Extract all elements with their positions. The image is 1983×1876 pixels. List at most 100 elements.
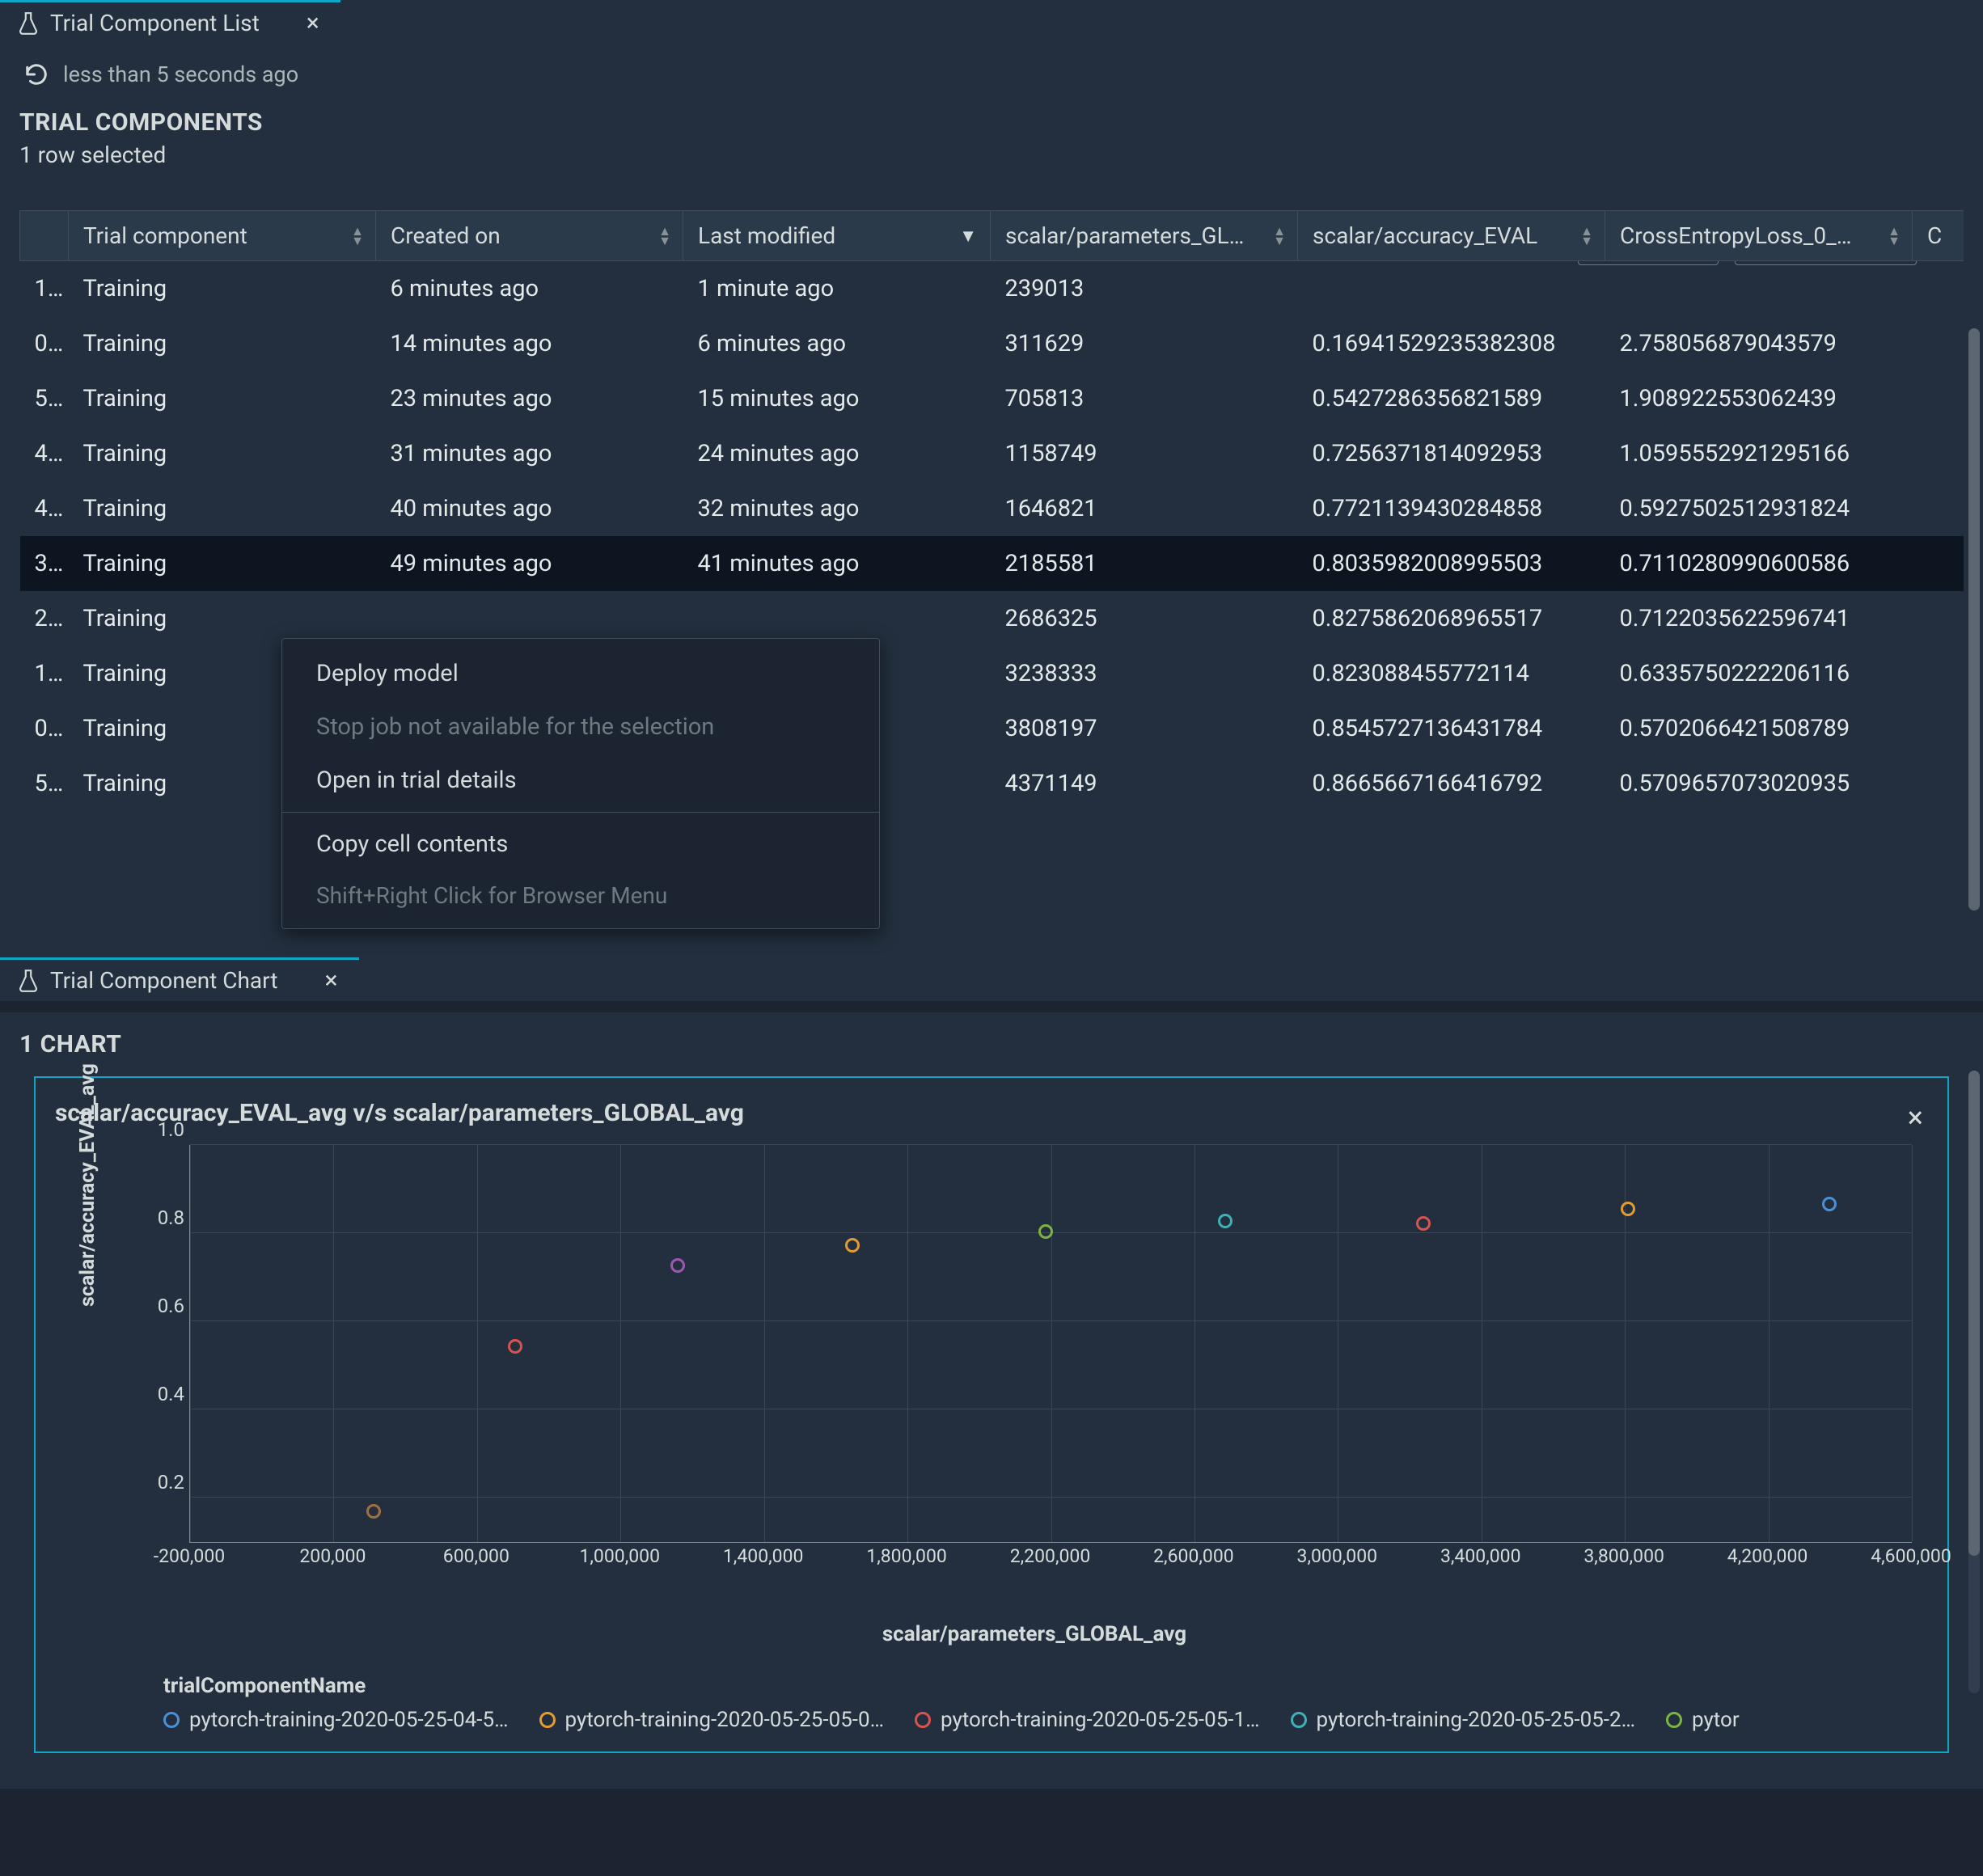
cell-modified: 1 minute ago [683,261,991,316]
col-scalar-accuracy[interactable]: scalar/accuracy_EVAL▲▼ [1298,211,1605,261]
col-trial-component[interactable]: Trial component▲▼ [69,211,376,261]
chart-point[interactable] [1621,1202,1635,1216]
cell-params: 2185581 [991,536,1298,591]
cell-params: 1646821 [991,481,1298,536]
sort-icon: ▲▼ [351,227,364,245]
chart-title: scalar/accuracy_EVAL_avg v/s scalar/para… [55,1099,1928,1127]
gridline-vertical [333,1145,334,1542]
chart-plot[interactable]: scalar/accuracy_EVAL_avg 0.20.40.60.81.0… [141,1145,1912,1582]
cell-created: 40 minutes ago [376,481,683,536]
col-idx[interactable] [20,211,69,261]
cell-tc: Training [69,536,376,591]
legend-swatch [1666,1712,1682,1728]
close-icon[interactable]: × [303,11,323,36]
x-tick-label: 200,000 [299,1545,366,1567]
cell-idx: 1… [20,646,69,701]
x-tick-label: 3,400,000 [1440,1545,1521,1567]
legend-item[interactable]: pytorch-training-2020-05-25-05-0… [539,1708,885,1732]
y-tick-label: 0.6 [147,1295,184,1317]
menu-divider [282,812,879,813]
close-icon[interactable]: × [322,969,341,993]
col-created-on[interactable]: Created on▲▼ [376,211,683,261]
cell-acc: 0.8035982008995503 [1298,536,1605,591]
gridline-vertical [620,1145,621,1542]
table-row[interactable]: 5…Training23 minutes ago15 minutes ago70… [20,371,1964,426]
cell-created: 6 minutes ago [376,261,683,316]
col-more[interactable]: C [1913,211,1964,261]
refresh-status: less than 5 seconds ago [63,61,298,87]
tab-trial-component-list[interactable]: Trial Component List × [0,0,340,44]
y-tick-label: 0.8 [147,1206,184,1229]
cell-loss: 0.7110280990600586 [1605,536,1913,591]
x-tick-label: 600,000 [443,1545,509,1567]
cell-loss: 2.758056879043579 [1605,316,1913,371]
sort-icon: ▲▼ [1888,227,1901,245]
menu-copy-cell-contents[interactable]: Copy cell contents [282,818,879,871]
chart-legend: pytorch-training-2020-05-25-04-5… pytorch… [163,1708,1928,1732]
table-row[interactable]: 4…Training31 minutes ago24 minutes ago11… [20,426,1964,481]
cell-params: 311629 [991,316,1298,371]
legend-item[interactable]: pytorch-training-2020-05-25-04-5… [163,1708,509,1732]
chart-point[interactable] [1218,1214,1233,1228]
col-last-modified[interactable]: Last modified▼ [683,211,991,261]
legend-item[interactable]: pytorch-training-2020-05-25-05-2… [1291,1708,1636,1732]
table-row[interactable]: 3…Training49 minutes ago41 minutes ago21… [20,536,1964,591]
chart-point[interactable] [845,1238,860,1253]
gridline-vertical [477,1145,478,1542]
chart-point[interactable] [508,1339,522,1354]
col-cross-entropy[interactable]: CrossEntropyLoss_0_…▲▼ [1605,211,1913,261]
gridline-vertical [907,1145,908,1542]
x-tick-label: 2,200,000 [1010,1545,1091,1567]
cell-created: 31 minutes ago [376,426,683,481]
legend-title: trialComponentName [163,1674,1928,1698]
legend-item[interactable]: pytorch-training-2020-05-25-05-1… [915,1708,1260,1732]
legend-swatch [163,1712,180,1728]
sort-icon: ▲▼ [658,227,671,245]
refresh-row: less than 5 seconds ago [24,61,1964,87]
cell-acc: 0.16941529235382308 [1298,316,1605,371]
legend-swatch [539,1712,556,1728]
cell-loss: 1.0595552921295166 [1605,426,1913,481]
legend-label: pytorch-training-2020-05-25-05-1… [941,1708,1260,1732]
refresh-icon[interactable] [24,62,49,87]
chart-card: × scalar/accuracy_EVAL_avg v/s scalar/pa… [34,1076,1949,1753]
cell-acc: 0.8545727136431784 [1298,701,1605,756]
y-axis-label: scalar/accuracy_EVAL_avg [76,1063,99,1307]
cell-modified: 24 minutes ago [683,426,991,481]
table-row[interactable]: 1…Training6 minutes ago1 minute ago23901… [20,261,1964,316]
tab-trial-component-chart[interactable]: Trial Component Chart × [0,957,359,1001]
legend-item[interactable]: pytor [1666,1708,1740,1732]
cell-params: 239013 [991,261,1298,316]
x-tick-label: 3,000,000 [1297,1545,1378,1567]
chart-point[interactable] [1038,1224,1053,1239]
trial-component-chart-panel: 1 CHART × scalar/accuracy_EVAL_avg v/s s… [0,1012,1983,1789]
cell-tc: Training [69,261,376,316]
vertical-scrollbar[interactable] [1968,1071,1980,1556]
cell-params: 4371149 [991,756,1298,811]
cell-loss: 0.7122035622596741 [1605,591,1913,646]
menu-open-in-trial-details[interactable]: Open in trial details [282,754,879,807]
table-row[interactable]: 4…Training40 minutes ago32 minutes ago16… [20,481,1964,536]
menu-deploy-model[interactable]: Deploy model [282,647,879,700]
cell-loss [1605,261,1913,316]
cell-loss: 1.908922553062439 [1605,371,1913,426]
selection-count: 1 row selected [19,142,1964,168]
cell-acc: 0.5427286356821589 [1298,371,1605,426]
chart-point[interactable] [1822,1197,1837,1211]
cell-acc: 0.7721139430284858 [1298,481,1605,536]
cell-loss: 0.6335750222206116 [1605,646,1913,701]
legend-label: pytorch-training-2020-05-25-05-0… [565,1708,885,1732]
cell-loss: 0.5927502512931824 [1605,481,1913,536]
table-row[interactable]: 0…Training14 minutes ago6 minutes ago311… [20,316,1964,371]
chart-point[interactable] [366,1504,381,1519]
cell-acc: 0.8665667166416792 [1298,756,1605,811]
chart-point[interactable] [1416,1216,1431,1231]
x-tick-label: 1,400,000 [723,1545,804,1567]
cell-created: 23 minutes ago [376,371,683,426]
col-scalar-parameters[interactable]: scalar/parameters_GL…▲▼ [991,211,1298,261]
y-tick-label: 0.4 [147,1383,184,1405]
close-icon[interactable]: × [1908,1101,1923,1134]
vertical-scrollbar[interactable] [1968,328,1980,911]
cell-acc [1298,261,1605,316]
chart-point[interactable] [670,1258,685,1273]
